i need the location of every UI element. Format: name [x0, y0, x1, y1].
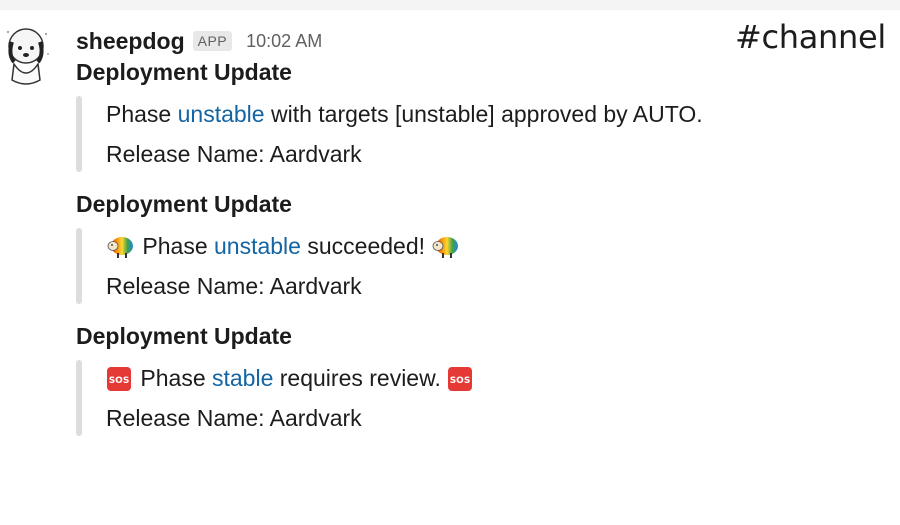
sheepdog-avatar-icon: [6, 28, 49, 85]
block-title: Deployment Update: [76, 59, 292, 85]
phase-link[interactable]: unstable: [178, 101, 265, 127]
avatar[interactable]: [2, 24, 54, 90]
deployment-block-1: Deployment Update Phase unstable with ta…: [76, 56, 876, 174]
app-badge: APP: [192, 31, 233, 51]
line-text: requires review.: [273, 365, 448, 391]
sos-icon: SOS: [447, 364, 473, 404]
release-name: Release Name: Aardvark: [106, 141, 362, 167]
release-name: Release Name: Aardvark: [106, 273, 362, 299]
attachment-line: Phase unstable succeeded!: [106, 226, 876, 266]
attachment: Phase unstable succeeded! Release Name: …: [76, 226, 876, 306]
timestamp[interactable]: 10:02 AM: [246, 31, 322, 52]
line-text: Phase: [134, 365, 212, 391]
attachment: SOS Phase stable requires review. SOS Re…: [76, 358, 876, 438]
block-title: Deployment Update: [76, 323, 292, 349]
top-bar: [0, 0, 900, 10]
sender-name[interactable]: sheepdog: [76, 28, 185, 55]
phase-link[interactable]: stable: [212, 365, 273, 391]
rainbow-sheep-icon: [431, 232, 459, 272]
message-header: sheepdog APP 10:02 AM: [76, 26, 876, 56]
deployment-block-3: Deployment Update SOS Phase stable requi…: [76, 320, 876, 438]
deployment-block-2: Deployment Update Phase unstable succeed…: [76, 188, 876, 306]
line-text: Phase: [106, 101, 178, 127]
svg-text:SOS: SOS: [109, 376, 130, 386]
attachment: Phase unstable with targets [unstable] a…: [76, 94, 876, 174]
release-name: Release Name: Aardvark: [106, 405, 362, 431]
message: sheepdog APP 10:02 AM Deployment Update …: [76, 26, 876, 438]
attachment-line: SOS Phase stable requires review. SOS: [106, 358, 876, 398]
attachment-line: Phase unstable with targets [unstable] a…: [106, 94, 876, 134]
line-text: Phase: [136, 233, 214, 259]
svg-text:SOS: SOS: [450, 376, 471, 386]
block-title: Deployment Update: [76, 191, 292, 217]
phase-link[interactable]: unstable: [214, 233, 301, 259]
line-text: with targets [unstable] approved by AUTO…: [264, 101, 703, 127]
line-text: succeeded!: [300, 233, 432, 259]
